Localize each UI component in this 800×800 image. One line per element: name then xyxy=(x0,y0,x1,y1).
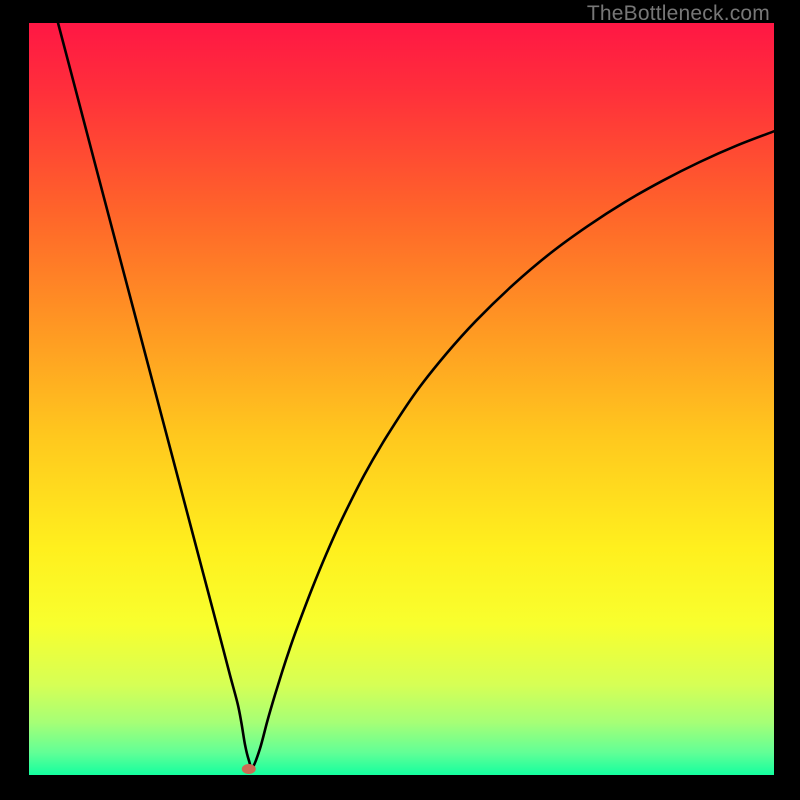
chart-svg xyxy=(29,23,774,775)
optimum-marker xyxy=(242,764,256,774)
gradient-background xyxy=(29,23,774,775)
chart-frame xyxy=(29,23,774,775)
